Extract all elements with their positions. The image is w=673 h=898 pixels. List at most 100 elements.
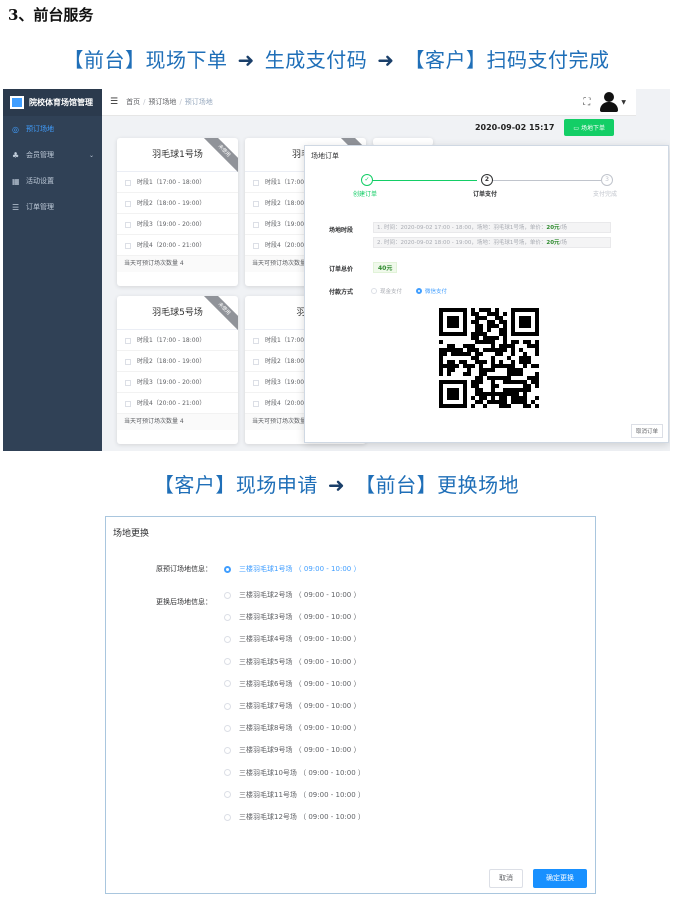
original-venue-option[interactable]: 三楼羽毛球1号场 （ 09:00 - 10:00 ） xyxy=(224,564,360,574)
checkbox[interactable] xyxy=(125,221,131,228)
checkbox[interactable] xyxy=(125,179,131,186)
total-label: 订单总价 xyxy=(329,266,354,273)
checkbox[interactable] xyxy=(125,242,131,249)
checkbox[interactable] xyxy=(253,179,259,186)
radio-button[interactable] xyxy=(224,658,231,666)
time-slot[interactable]: 时段4（20:00 - 21:00） xyxy=(117,235,238,256)
checkbox[interactable] xyxy=(253,400,259,407)
pay-option-wechat[interactable]: 微信支付 xyxy=(425,287,447,295)
sidebar-item-activities[interactable]: ▦ 活动设置 xyxy=(3,168,102,194)
venue-option[interactable]: 三楼羽毛球12号场 （ 09:00 - 10:00 ） xyxy=(224,812,365,822)
checkbox[interactable] xyxy=(253,221,259,228)
radio-button[interactable] xyxy=(224,791,231,799)
radio-selected[interactable] xyxy=(224,565,231,573)
checkbox[interactable] xyxy=(253,200,259,207)
step-number: 2 xyxy=(481,174,493,186)
sidebar-item-label: 活动设置 xyxy=(26,177,54,185)
venue-option[interactable]: 三楼羽毛球8号场 （ 09:00 - 10:00 ） xyxy=(224,723,360,733)
time-slot[interactable]: 时段2（18:00 - 19:00） xyxy=(117,193,238,214)
breadcrumb-home[interactable]: 首页 xyxy=(126,98,140,106)
radio-wechat[interactable] xyxy=(416,288,423,294)
checkbox[interactable] xyxy=(253,358,259,365)
venue-option[interactable]: 三楼羽毛球3号场 （ 09:00 - 10:00 ） xyxy=(224,612,360,622)
sidebar-item-orders[interactable]: ☰ 订单管理 xyxy=(3,194,102,220)
new-venue-label: 更换后场地信息： xyxy=(156,598,212,606)
pay-method-group: 现金支付 微信支付 xyxy=(371,287,447,295)
sidebar: 院校体育场馆管理 ◎ 预订场地 ♣ 会员管理 ⌄ ▦ 活动设置 ☰ 订单管理 xyxy=(3,89,102,451)
checkbox[interactable] xyxy=(125,200,131,207)
flow-step-qrcode: 生成支付码 xyxy=(264,48,368,72)
radio-button[interactable] xyxy=(224,613,231,621)
checkbox[interactable] xyxy=(125,379,131,386)
sidebar-item-members[interactable]: ♣ 会员管理 ⌄ xyxy=(3,142,102,168)
order-dialog: 场地订单 ✓ 2 3 创建订单 订单支付 支付完成 场地时段 1. 时间：202… xyxy=(304,145,669,443)
order-screenshot: 院校体育场馆管理 ◎ 预订场地 ♣ 会员管理 ⌄ ▦ 活动设置 ☰ 订单管理 ☰… xyxy=(3,89,670,451)
venue-card: 羽毛球5号场 未使用 时段1（17:00 - 18:00） 时段2（18:00 … xyxy=(117,296,238,444)
flow-caption-order: 【前台】现场下单 ➜ 生成支付码 ➜ 【客户】扫码支付完成 xyxy=(0,44,673,73)
topbar: ☰ 首页 / 预订场地 / 预订场地 ⛶ ▼ xyxy=(102,89,636,116)
venue-option[interactable]: 三楼羽毛球4号场 （ 09:00 - 10:00 ） xyxy=(224,634,360,644)
time-slot[interactable]: 时段4（20:00 - 21:00） xyxy=(117,393,238,414)
radio-button[interactable] xyxy=(224,724,231,732)
fullscreen-icon[interactable]: ⛶ xyxy=(583,97,590,108)
venue-option[interactable]: 三楼羽毛球11号场 （ 09:00 - 10:00 ） xyxy=(224,790,365,800)
sidebar-item-label: 预订场地 xyxy=(26,125,54,133)
time-slot[interactable]: 时段3（19:00 - 20:00） xyxy=(117,214,238,235)
caret-down-icon[interactable]: ▼ xyxy=(621,99,626,106)
grid-icon: ▦ xyxy=(12,176,20,186)
venue-option[interactable]: 三楼羽毛球6号场 （ 09:00 - 10:00 ） xyxy=(224,679,360,689)
time-slot[interactable]: 时段2（18:00 - 19:00） xyxy=(117,351,238,372)
venue-option[interactable]: 三楼羽毛球7号场 （ 09:00 - 10:00 ） xyxy=(224,701,360,711)
checkbox[interactable] xyxy=(125,337,131,344)
checkbox[interactable] xyxy=(125,358,131,365)
chevron-down-icon: ⌄ xyxy=(88,151,94,159)
avatar[interactable] xyxy=(600,92,619,112)
app-title: 院校体育场馆管理 xyxy=(29,98,93,107)
radio-button[interactable] xyxy=(224,635,231,643)
step-connector xyxy=(491,180,601,181)
checkbox[interactable] xyxy=(253,337,259,344)
sidebar-item-label: 订单管理 xyxy=(26,203,54,211)
flow-step-pay: 【客户】扫码支付完成 xyxy=(404,48,610,72)
time-slot[interactable]: 时段1（17:00 - 18:00） xyxy=(117,330,238,351)
section-heading: 3、前台服务 xyxy=(8,6,94,24)
radio-button[interactable] xyxy=(224,702,231,710)
pay-option-cash[interactable]: 现金支付 xyxy=(380,287,402,295)
list-icon: ☰ xyxy=(12,202,20,212)
radio-button[interactable] xyxy=(224,769,231,777)
venue-option[interactable]: 三楼羽毛球5号场 （ 09:00 - 10:00 ） xyxy=(224,657,360,667)
radio-button[interactable] xyxy=(224,813,231,821)
monitor-icon: ▭ xyxy=(573,124,581,132)
dialog-title: 场地更换 xyxy=(113,529,150,539)
venue-option[interactable]: 三楼羽毛球10号场 （ 09:00 - 10:00 ） xyxy=(224,768,365,778)
order-venue-button[interactable]: ▭ 场地下单 xyxy=(564,118,614,136)
checkbox[interactable] xyxy=(253,242,259,249)
radio-cash[interactable] xyxy=(371,288,377,294)
venue-option[interactable]: 三楼羽毛球9号场 （ 09:00 - 10:00 ） xyxy=(224,745,360,755)
checkbox[interactable] xyxy=(125,400,131,407)
dialog-title: 场地订单 xyxy=(311,152,339,160)
checkbox[interactable] xyxy=(253,379,259,386)
card-footer: 当天可预订场次数量 4 xyxy=(117,256,238,272)
arrow-right-icon: ➜ xyxy=(327,473,346,497)
radio-button[interactable] xyxy=(224,591,231,599)
cancel-button[interactable]: 取消 xyxy=(489,869,523,888)
time-tag: 2. 时间：2020-09-02 18:00 - 19:00，场地：羽毛球1号场… xyxy=(373,237,611,248)
cancel-order-button[interactable]: 取消订单 xyxy=(630,424,663,438)
confirm-change-button[interactable]: 确定更换 xyxy=(533,869,587,888)
flow-step-change: 【前台】更换场地 xyxy=(355,473,520,497)
check-icon: ✓ xyxy=(361,174,373,186)
menu-toggle-icon[interactable]: ☰ xyxy=(110,97,118,107)
sidebar-item-book-venue[interactable]: ◎ 预订场地 xyxy=(3,116,102,142)
breadcrumb-section[interactable]: 预订场地 xyxy=(148,98,176,106)
radio-button[interactable] xyxy=(224,746,231,754)
time-slot[interactable]: 时段3（19:00 - 20:00） xyxy=(117,372,238,393)
total-price: 40元 xyxy=(373,262,398,273)
breadcrumb-current: 预订场地 xyxy=(184,98,213,106)
venue-option[interactable]: 三楼羽毛球2号场 （ 09:00 - 10:00 ） xyxy=(224,590,360,600)
time-slot[interactable]: 时段1（17:00 - 18:00） xyxy=(117,172,238,193)
current-time: 2020-09-02 15:17 xyxy=(474,122,555,132)
radio-button[interactable] xyxy=(224,680,231,688)
venue-card: 羽毛球1号场 未使用 时段1（17:00 - 18:00） 时段2（18:00 … xyxy=(117,138,238,286)
flow-step-order: 【前台】现场下单 xyxy=(63,48,228,72)
